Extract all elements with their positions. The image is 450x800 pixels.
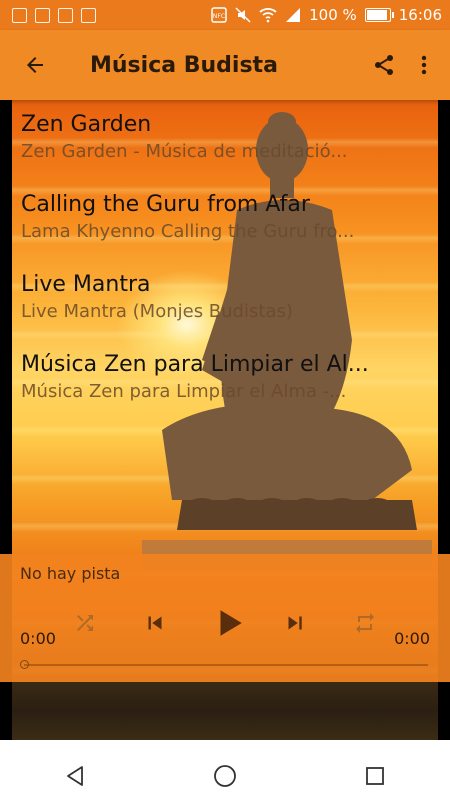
wifi-icon [259,8,277,23]
now-playing-label: No hay pista [20,564,121,583]
mute-icon [235,7,251,23]
track-title: Música Zen para Limpiar el Al... [21,352,369,377]
track-subtitle: Live Mantra (Monjes Budistas) [21,301,293,322]
app-notification-icon [12,7,27,23]
image-notification-icon [35,7,50,23]
app-bar: Música Budista [0,30,450,100]
nav-recents-button[interactable] [345,756,405,796]
share-icon [375,55,393,75]
repeat-button[interactable] [348,606,382,640]
play-icon [220,610,242,636]
track-title: Calling the Guru from Afar [21,192,310,217]
image-notification-icon [58,7,73,23]
more-options-button[interactable] [404,45,444,85]
skip-previous-icon [148,616,162,630]
status-bar: NFC 100 % 16:06 [0,0,450,30]
repeat-icon [356,613,374,633]
signal-icon [286,8,301,22]
background-image-bottom [12,682,438,740]
list-item[interactable]: Música Zen para Limpiar el Al... Música … [12,340,438,420]
system-nav-bar [0,752,450,800]
track-title: Zen Garden [21,112,152,137]
previous-button[interactable] [136,604,174,642]
page-title: Música Budista [90,52,278,78]
share-button[interactable] [364,45,404,85]
play-button[interactable] [206,600,252,646]
svg-text:NFC: NFC [213,13,225,20]
notification-icons [12,7,96,23]
skip-next-icon [288,616,302,630]
nav-back-icon [67,766,83,786]
nav-recents-icon [366,767,384,785]
battery-icon [364,8,394,22]
list-item[interactable]: Calling the Guru from Afar Lama Khyenno … [12,180,438,260]
list-item[interactable]: Zen Garden Zen Garden - Música de medita… [12,100,438,180]
nfc-icon: NFC [211,7,227,23]
total-time: 0:00 [394,629,430,648]
arrow-back-icon [27,57,43,73]
image-notification-icon [81,7,96,23]
seek-bar[interactable] [20,660,428,669]
track-title: Live Mantra [21,272,151,297]
next-button[interactable] [276,604,314,642]
track-list: Zen Garden Zen Garden - Música de medita… [12,100,438,420]
shuffle-icon [77,615,93,631]
system-icons: NFC 100 % 16:06 [211,6,442,24]
player-panel: No hay pista 0:00 0:00 [0,554,450,682]
track-subtitle: Zen Garden - Música de meditació... [21,141,348,162]
more-vert-icon [421,55,427,75]
divider [0,740,450,752]
track-subtitle: Lama Khyenno Calling the Guru fro... [21,221,355,242]
shuffle-button[interactable] [68,606,102,640]
back-button[interactable] [15,45,55,85]
nav-home-icon [214,765,236,787]
battery-percent: 100 % [309,6,357,24]
elapsed-time: 0:00 [20,629,56,648]
seek-thumb[interactable] [20,660,29,669]
track-subtitle: Música Zen para Limpiar el Alma -... [21,381,347,402]
list-item[interactable]: Live Mantra Live Mantra (Monjes Budistas… [12,260,438,340]
player-controls [0,598,450,648]
nav-back-button[interactable] [45,756,105,796]
clock: 16:06 [398,6,442,24]
nav-home-button[interactable] [195,756,255,796]
